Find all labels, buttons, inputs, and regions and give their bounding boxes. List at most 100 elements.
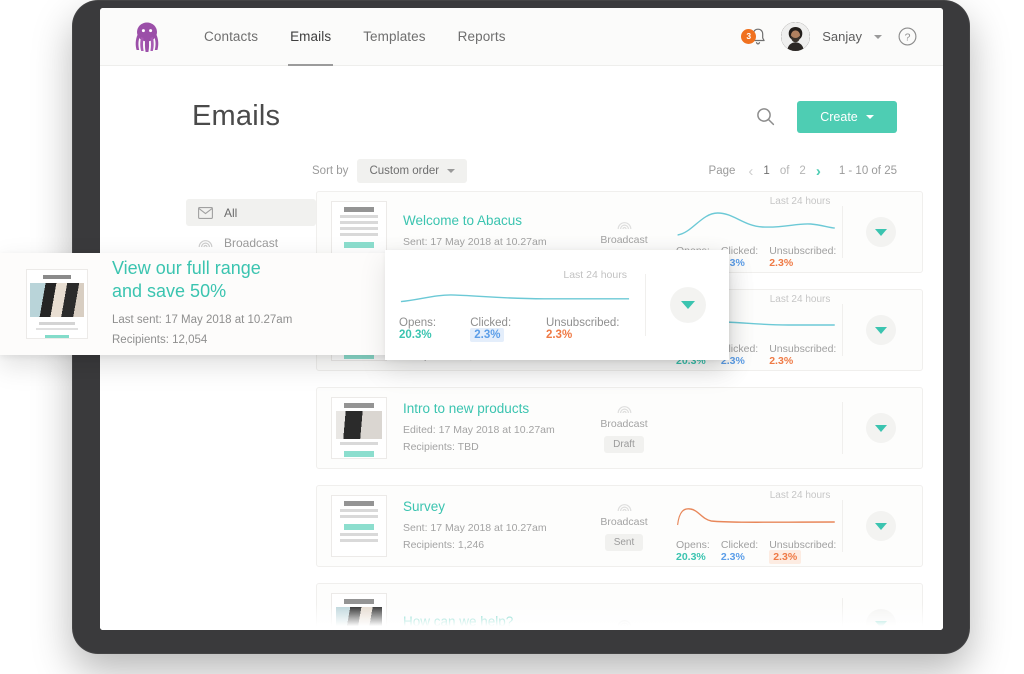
nav-item-emails[interactable]: Emails (274, 8, 347, 66)
row-action-area (842, 206, 918, 258)
search-icon[interactable] (756, 107, 775, 126)
unsubscribed-value: 2.3% (769, 549, 802, 564)
status-badge: Draft (604, 436, 644, 453)
pagination: Page ‹ 1 of 2 › 1 - 10 of 25 (709, 164, 897, 179)
notifications-button[interactable]: 3 (741, 25, 769, 49)
email-title[interactable]: Intro to new products (403, 401, 578, 416)
caret-down-icon[interactable] (874, 34, 882, 39)
chart-caption: Last 24 hours (769, 195, 831, 207)
nav-item-templates[interactable]: Templates (347, 8, 441, 66)
page-title: Emails (192, 100, 281, 132)
top-navigation-bar: Contacts Emails Templates Reports 3 Sanj… (100, 8, 943, 66)
overlay-email-title[interactable]: View our full range and save 50% (112, 257, 402, 303)
row-expand-button[interactable] (865, 413, 896, 443)
sort-order-select[interactable]: Custom order (357, 159, 468, 183)
opens-label: Opens: (399, 317, 437, 329)
current-page-number[interactable]: 1 (763, 165, 769, 177)
broadcast-icon (578, 501, 670, 512)
chevron-down-icon (874, 424, 887, 432)
list-toolbar: Sort by Custom order Page ‹ 1 of 2 › 1 -… (312, 159, 897, 183)
sidebar-item-label: Broadcast (224, 235, 279, 250)
email-meta-2: Recipients: 1,246 (403, 538, 485, 551)
email-title[interactable]: Welcome to Abacus (403, 213, 578, 228)
clicked-label: Clicked: (720, 538, 759, 551)
email-type: Broadcast (578, 219, 670, 246)
chevron-down-icon (874, 620, 887, 628)
email-info: Intro to new products Edited: 17 May 201… (403, 401, 578, 455)
unsubscribed-value: 2.3% (769, 354, 794, 367)
chart-caption: Last 24 hours (563, 269, 627, 281)
chevron-down-icon (874, 522, 887, 530)
chevron-down-icon (680, 301, 695, 309)
overlay-email-info: View our full range and save 50% Last se… (112, 257, 402, 350)
sidebar-item-broadcast[interactable]: Broadcast (186, 229, 316, 256)
row-action-area (842, 500, 918, 552)
email-meta-1: Sent: 17 May 2018 at 10.27am (403, 236, 547, 249)
email-thumbnail (331, 397, 387, 459)
create-button[interactable]: Create (797, 100, 897, 133)
unsubscribed-value: 2.3% (769, 256, 794, 269)
table-row[interactable]: Survey Sent: 17 May 2018 at 10.27am Reci… (316, 485, 924, 567)
user-name-label[interactable]: Sanjay (822, 29, 862, 44)
opens-value: 20.3% (399, 329, 432, 341)
clicked-value: 2.3% (720, 550, 745, 563)
email-type-label: Broadcast (600, 516, 648, 528)
row-expand-button[interactable] (865, 511, 896, 541)
envelope-icon (198, 206, 213, 219)
page-header: Emails Create (100, 66, 943, 133)
row-action-area (842, 402, 918, 454)
broadcast-icon (198, 237, 213, 248)
octopus-logo-icon[interactable] (132, 21, 162, 53)
broadcast-icon (578, 219, 670, 230)
chevron-down-icon (874, 228, 887, 236)
email-title[interactable]: How can we help? (403, 614, 578, 629)
chart-caption: Last 24 hours (769, 489, 831, 501)
email-title[interactable]: Survey (403, 499, 578, 514)
nav-item-reports[interactable]: Reports (442, 8, 522, 66)
table-row[interactable]: Intro to new products Edited: 17 May 201… (316, 387, 924, 469)
unsubscribed-label: Unsubscribed: (545, 317, 620, 329)
overlay-meta-last-sent: Last sent: 17 May 2018 at 10.27am (112, 314, 293, 327)
unsubscribed-label: Unsubscribed: (769, 244, 837, 257)
clicked-value: 2.3% (470, 328, 505, 342)
email-stats-overlay-card[interactable]: Last 24 hours Opens: 20.3% Clicked: 2.3%… (385, 250, 729, 360)
next-page-button[interactable]: › (816, 164, 821, 179)
email-stats: Opens: 20.3% Clicked: 2.3% Unsubscribed:… (676, 538, 837, 564)
unsubscribed-label: Unsubscribed: (769, 538, 837, 551)
sidebar-item-all[interactable]: All (186, 199, 316, 226)
email-meta-2: Recipients: TBD (403, 440, 479, 453)
total-pages-number[interactable]: 2 (799, 165, 805, 177)
overlay-expand-button[interactable] (669, 287, 706, 323)
email-meta-1: Edited: 17 May 2018 at 10.27am (403, 424, 555, 437)
row-expand-button[interactable] (865, 315, 896, 345)
opens-value: 20.3% (676, 550, 706, 563)
email-thumbnail (331, 495, 387, 557)
pagination-range-label: 1 - 10 of 25 (838, 165, 897, 177)
nav-item-contacts[interactable]: Contacts (188, 8, 274, 66)
email-type (578, 617, 670, 631)
opens-label: Opens: (676, 538, 710, 551)
caret-down-icon (865, 114, 874, 119)
help-circle-icon[interactable]: ? (898, 27, 917, 46)
email-meta-1: Sent: 17 May 2018 at 10.27am (403, 522, 547, 535)
row-expand-button[interactable] (865, 217, 896, 247)
table-row[interactable]: How can we help? (316, 583, 924, 631)
overlay-meta-recipients: Recipients: 12,054 (112, 334, 208, 347)
row-action-area (842, 598, 918, 630)
avatar[interactable] (781, 22, 811, 51)
notification-badge-count: 3 (741, 28, 757, 44)
overlay-title-line-2: and save 50% (112, 281, 227, 302)
email-info: Welcome to Abacus Sent: 17 May 2018 at 1… (403, 213, 578, 250)
sort-by-label: Sort by (312, 165, 349, 177)
row-expand-button[interactable] (865, 609, 896, 630)
overlay-email-stats: Opens: 20.3% Clicked: 2.3% Unsubscribed:… (399, 317, 631, 342)
overlay-action-area (645, 274, 729, 336)
page-label: Page (708, 165, 736, 177)
prev-page-button[interactable]: ‹ (748, 164, 753, 179)
email-type-label: Broadcast (600, 233, 648, 246)
broadcast-icon (578, 403, 670, 414)
email-type: Broadcast Sent (578, 501, 670, 551)
email-thumbnail (331, 593, 387, 630)
unsubscribed-label: Unsubscribed: (769, 342, 837, 355)
row-action-area (842, 304, 918, 356)
